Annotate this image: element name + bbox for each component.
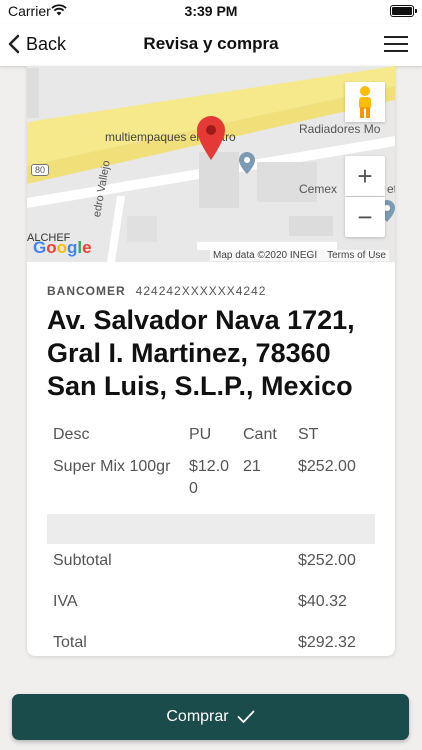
buy-button[interactable]: Comprar [12,694,409,740]
subtotal-row: Subtotal $252.00 [47,544,375,585]
total-value: $292.32 [298,634,356,651]
zoom-out-button[interactable]: − [345,197,385,237]
map-attribution: Map data ©2020 INEGI Terms of Use [210,250,389,261]
map-place-label: et [387,182,395,196]
order-card: multiempaques el centro Radiadores Mo Ce… [27,66,395,656]
navigation-bar: Back Revisa y compra [0,24,422,67]
page-title: Revisa y compra [143,34,279,53]
subtotal-value: $252.00 [298,552,356,569]
bank-name: BANCOMER [47,284,126,298]
tax-value: $40.32 [298,593,347,610]
place-marker-icon [239,152,255,174]
payment-method: BANCOMER 424242XXXXXX4242 [47,284,375,298]
item-description: Super Mix 100gr [53,458,171,475]
hamburger-menu-icon[interactable] [384,36,408,53]
map-place-label: Radiadores Mo [299,122,381,136]
clock: 3:39 PM [184,3,238,19]
item-unit-price: $12.00 [189,458,230,497]
total-row: Total $292.32 [47,626,375,656]
item-quantity: 21 [243,458,261,475]
shipping-address: Av. Salvador Nava 1721, Gral I. Martinez… [47,304,375,403]
column-header: ST [298,426,319,443]
checkmark-icon [237,710,255,723]
map-pin-icon [197,116,225,160]
status-bar: Carrier 3:39 PM [0,0,422,24]
google-logo: Google [33,238,92,257]
tax-row: IVA $40.32 [47,585,375,626]
item-subtotal: $252.00 [298,458,356,475]
street-view-button[interactable] [345,82,385,122]
column-header: PU [189,426,212,443]
map-data-credit: Map data ©2020 INEGI [213,250,318,261]
total-label: Total [53,634,87,651]
map-background [27,66,395,262]
table-divider [47,514,375,544]
terms-link[interactable]: Terms of Use [327,250,386,261]
order-items-table: Desc PU Cant ST Super Mix 100gr $12.00 2… [47,420,375,656]
buy-button-label: Comprar [166,708,229,725]
address-line: Gral I. Martinez, 78360 [47,338,331,368]
tax-label: IVA [53,593,78,610]
subtotal-label: Subtotal [53,552,112,569]
map-place-label: Cemex [299,182,338,196]
column-header: Desc [53,426,90,443]
zoom-in-button[interactable]: + [345,156,385,196]
highway-shield: 80 [31,164,50,176]
address-line: San Luis, S.L.P., Mexico [47,371,353,401]
pegman-icon [359,86,371,118]
battery-icon [390,5,417,17]
column-header: Cant [243,426,277,443]
address-line: Av. Salvador Nava 1721, [47,305,355,335]
card-number: 424242XXXXXX4242 [135,284,267,298]
location-map[interactable]: multiempaques el centro Radiadores Mo Ce… [27,66,395,262]
table-header-row: Desc PU Cant ST [47,420,375,452]
table-row: Super Mix 100gr $12.00 21 $252.00 [47,452,375,514]
order-details: BANCOMER 424242XXXXXX4242 Av. Salvador Na… [47,262,375,403]
